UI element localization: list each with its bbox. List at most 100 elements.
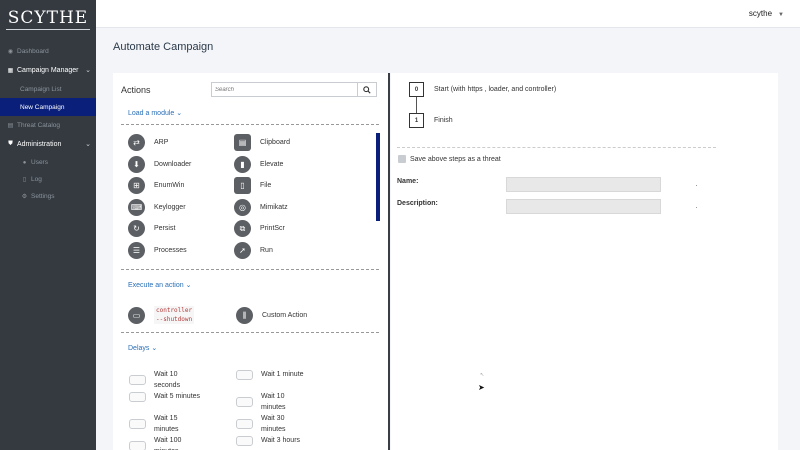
windows-icon: ⊞	[128, 177, 145, 195]
divider	[397, 147, 716, 148]
description-label: Description:	[397, 200, 438, 207]
module-printscr[interactable]: ⧉ PrintScr	[234, 220, 285, 238]
module-label: Run	[260, 247, 273, 254]
sidebar-item-campaign-manager[interactable]: ▦ Campaign Manager ⌄	[0, 61, 96, 80]
delay-toggle[interactable]	[129, 391, 146, 402]
module-mimikatz[interactable]: ◎ Mimikatz	[234, 198, 288, 216]
grid-icon: ▦	[7, 68, 14, 74]
module-run[interactable]: ➚ Run	[234, 242, 273, 259]
log-icon: ▯	[22, 177, 27, 183]
download-icon: ⬇	[128, 155, 145, 173]
elevate-icon: ▮	[234, 155, 251, 173]
delay-toggle[interactable]	[129, 441, 146, 450]
divider	[121, 269, 379, 270]
module-clipboard[interactable]: ▤ Clipboard	[234, 134, 290, 151]
steps-panel: 0 Start (with https , loader, and contro…	[391, 73, 778, 450]
module-label: EnumWin	[154, 182, 185, 190]
delay-label: Wait 3 hours	[261, 437, 301, 444]
sidebar-item-label: Campaign Manager	[17, 67, 79, 74]
name-field[interactable]	[506, 177, 661, 192]
chevron-down-icon: ⌄	[85, 141, 91, 148]
delay-option[interactable]: Wait 5 minutes	[129, 391, 200, 402]
clipboard-icon: ▤	[234, 134, 251, 151]
delays-toggle[interactable]: Delays ⌄	[128, 344, 157, 352]
delay-label: Wait 10 seconds	[154, 371, 181, 389]
cursor-trail-icon: ↖	[480, 372, 485, 378]
module-enumwin[interactable]: ⊞ EnumWin	[128, 177, 185, 195]
chevron-down-icon: ⌄	[85, 67, 91, 74]
module-downloader[interactable]: ⬇ Downloader	[128, 155, 192, 173]
action-custom[interactable]: ⫼ Custom Action	[236, 307, 307, 324]
actions-title: Actions	[121, 85, 151, 95]
top-bar: scythe ▼	[96, 0, 800, 28]
delay-option[interactable]: Wait 10 minutes	[236, 391, 286, 413]
custom-action-icon: ⫼	[236, 307, 253, 324]
sidebar-item-administration[interactable]: ⛊ Administration ⌄	[0, 135, 96, 154]
field-dot	[696, 185, 697, 186]
delay-label: Wait 15 minutes	[154, 415, 179, 433]
delay-toggle[interactable]	[236, 435, 253, 446]
caret-down-icon: ▼	[778, 12, 784, 18]
delay-toggle[interactable]	[129, 375, 146, 385]
delay-toggle[interactable]	[236, 397, 253, 407]
module-keylogger[interactable]: ⌨ Keylogger	[128, 198, 186, 216]
screenshot-icon: ⧉	[234, 220, 251, 238]
module-label: Downloader	[154, 160, 192, 168]
delay-label: Wait 100minutes	[154, 437, 182, 450]
description-field[interactable]	[506, 199, 661, 214]
module-label: Processes	[154, 247, 187, 254]
delay-option[interactable]: Wait 30 minutes	[236, 413, 286, 435]
user-menu[interactable]: scythe ▼	[749, 9, 784, 18]
load-module-toggle[interactable]: Load a module ⌄	[128, 109, 182, 117]
sidebar-item-label: Log	[31, 176, 42, 183]
gear-icon: ⚙	[21, 194, 28, 200]
action-controller-shutdown[interactable]: ▭ controller --shutdown	[128, 306, 195, 324]
delay-option[interactable]: Wait 10 seconds	[129, 369, 180, 391]
module-list-scrollbar[interactable]	[376, 133, 380, 221]
keyboard-icon: ⌨	[128, 198, 145, 216]
execute-action-toggle[interactable]: Execute an action ⌄	[128, 281, 191, 289]
module-label: Clipboard	[260, 139, 290, 146]
sidebar-item-label: Users	[31, 159, 48, 166]
scythe-logo[interactable]: SCYTHE	[0, 0, 96, 38]
save-as-threat-checkbox[interactable]: Save above steps as a threat	[398, 155, 501, 163]
mimikatz-icon: ◎	[234, 198, 251, 216]
module-elevate[interactable]: ▮ Elevate	[234, 155, 283, 173]
catalog-icon: ▤	[7, 123, 14, 129]
shield-icon: ⛊	[8, 141, 13, 147]
step-label: Finish	[434, 117, 453, 124]
run-icon: ➚	[234, 242, 251, 259]
module-file[interactable]: ▯ File	[234, 177, 271, 195]
sidebar-item-dashboard[interactable]: ◉ Dashboard	[0, 42, 96, 61]
user-name: scythe	[748, 9, 773, 18]
sidebar: SCYTHE ◉ Dashboard ▦ Campaign Manager ⌄ …	[0, 0, 96, 450]
delay-toggle[interactable]	[236, 419, 253, 429]
step-item[interactable]: 0 Start (with https , loader, and contro…	[409, 82, 556, 97]
controller-shutdown-code: controller --shutdown	[154, 306, 195, 324]
sidebar-item-label: Settings	[31, 193, 55, 200]
persist-icon: ↻	[128, 220, 145, 238]
delay-option[interactable]: Wait 1 minute	[236, 369, 304, 380]
search-input[interactable]	[211, 82, 357, 97]
module-arp[interactable]: ⇄ ARP	[128, 134, 168, 151]
module-processes[interactable]: ☰ Processes	[128, 242, 187, 259]
delay-option[interactable]: Wait 100minutes	[129, 435, 181, 450]
sidebar-item-campaign-list[interactable]: Campaign List	[0, 80, 96, 98]
step-item[interactable]: 1 Finish	[409, 113, 453, 128]
divider	[121, 124, 379, 125]
divider	[121, 332, 379, 333]
sidebar-item-settings[interactable]: ⚙ Settings	[0, 188, 96, 205]
sidebar-item-new-campaign[interactable]: New Campaign	[0, 98, 96, 116]
delay-option[interactable]: Wait 3 hours	[236, 435, 300, 446]
sidebar-item-users[interactable]: ● Users	[0, 154, 96, 171]
search-button[interactable]	[357, 82, 377, 97]
delay-toggle[interactable]	[129, 419, 146, 429]
sidebar-item-threat-catalog[interactable]: ▤ Threat Catalog	[0, 116, 96, 135]
delay-option[interactable]: Wait 15 minutes	[129, 413, 179, 435]
step-number: 0	[409, 82, 424, 97]
module-persist[interactable]: ↻ Persist	[128, 220, 175, 238]
delay-label: Wait 10 minutes	[261, 393, 286, 411]
sidebar-item-log[interactable]: ▯ Log	[0, 171, 96, 188]
delay-toggle[interactable]	[236, 369, 253, 380]
delay-label: Wait 1 minute	[261, 371, 304, 378]
